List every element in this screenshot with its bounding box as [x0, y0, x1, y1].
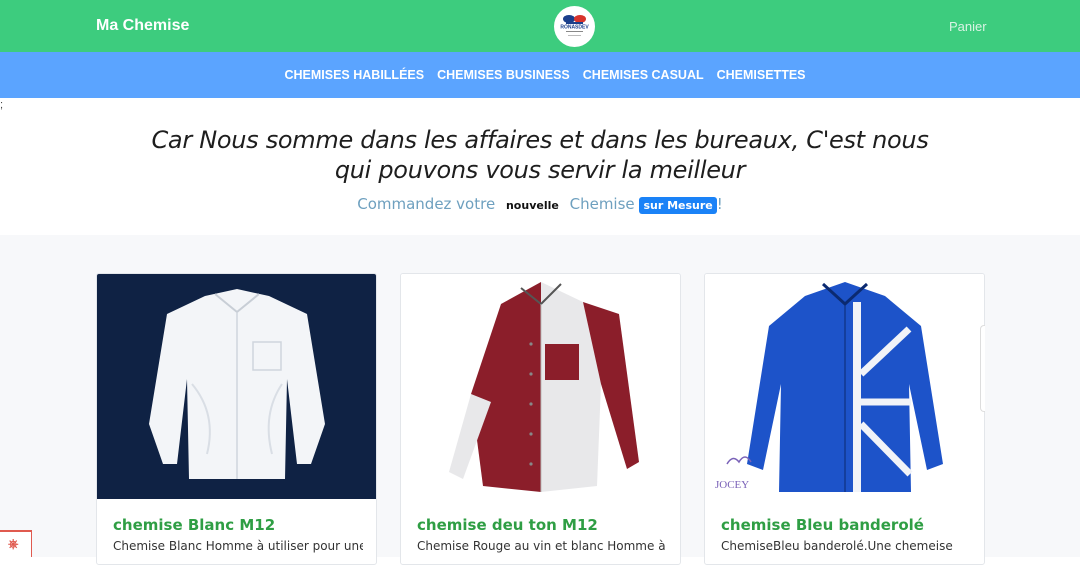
- product-description: Chemise Blanc Homme à utiliser pour une: [113, 539, 363, 553]
- logo-icon[interactable]: RONASDEV: [554, 6, 595, 47]
- nav-chemises-business[interactable]: CHEMISES BUSINESS: [437, 68, 570, 82]
- cart-link[interactable]: Panier: [949, 19, 987, 34]
- carousel-edge[interactable]: [980, 325, 985, 412]
- hero-headline: Car Nous somme dans les affaires et dans…: [151, 126, 929, 184]
- stray-char: ;: [0, 99, 4, 111]
- top-navbar: Ma Chemise RONASDEV Panier: [0, 0, 1080, 52]
- product-card[interactable]: chemise deu ton M12 Chemise Rouge au vin…: [400, 273, 681, 565]
- product-description: Chemise Rouge au vin et blanc Homme à: [417, 539, 666, 553]
- blue-banner-shirt-image[interactable]: JOCEY: [705, 274, 984, 499]
- tagline-suffix: !: [716, 195, 723, 213]
- nav-chemises-casual[interactable]: CHEMISES CASUAL: [583, 68, 704, 82]
- product-title[interactable]: chemise Bleu banderolé: [721, 516, 924, 534]
- tagline-prefix: Commandez votre: [357, 195, 496, 213]
- product-card[interactable]: chemise Blanc M12 Chemise Blanc Homme à …: [96, 273, 377, 565]
- product-title[interactable]: chemise deu ton M12: [417, 516, 598, 534]
- two-tone-shirt-image[interactable]: [401, 274, 680, 499]
- nav-chemises-habillees[interactable]: CHEMISES HABILLÉES: [284, 68, 424, 82]
- nav-chemisettes[interactable]: CHEMISETTES: [717, 68, 806, 82]
- watermark-text: JOCEY: [715, 479, 749, 491]
- category-navbar: CHEMISES HABILLÉES CHEMISES BUSINESS CHE…: [0, 52, 1080, 98]
- laravel-icon[interactable]: ⎈: [0, 530, 32, 557]
- tagline-new: nouvelle: [505, 199, 559, 212]
- sur-mesure-badge: sur Mesure: [639, 197, 717, 214]
- tagline-middle: Chemise: [569, 195, 635, 213]
- product-description: ChemiseBleu banderolé.Une chemeise: [721, 539, 953, 553]
- brand-link[interactable]: Ma Chemise: [96, 17, 189, 35]
- category-nav: CHEMISES HABILLÉES CHEMISES BUSINESS CHE…: [0, 52, 1080, 98]
- product-title[interactable]: chemise Blanc M12: [113, 516, 275, 534]
- white-shirt-image[interactable]: [97, 274, 376, 499]
- product-card[interactable]: JOCEY chemise Bleu banderolé ChemiseBleu…: [704, 273, 985, 565]
- hero-tagline: Commandez votre nouvelle Chemise sur Mes…: [0, 195, 1080, 214]
- logo-text: RONASDEV: [560, 25, 589, 31]
